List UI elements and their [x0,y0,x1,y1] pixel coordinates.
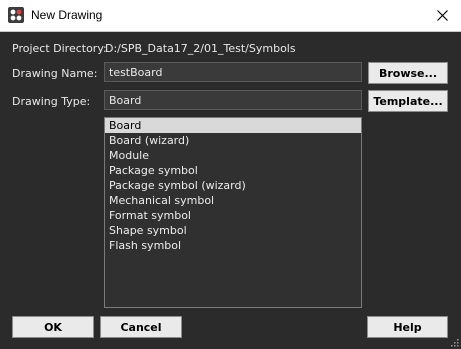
drawing-name-label: Drawing Name: [12,67,98,80]
project-directory-label: Project Directory: [12,42,107,55]
resize-grip-icon[interactable] [449,337,459,347]
list-item[interactable]: Flash symbol [105,238,361,253]
template-button[interactable]: Template... [368,90,448,112]
list-item[interactable]: Board [105,118,361,133]
list-item[interactable]: Module [105,148,361,163]
title-bar: New Drawing [0,0,461,32]
list-item[interactable]: Format symbol [105,208,361,223]
project-directory-value: D:/SPB_Data17_2/01_Test/Symbols [105,42,296,55]
list-item[interactable]: Mechanical symbol [105,193,361,208]
list-item[interactable]: Package symbol (wizard) [105,178,361,193]
drawing-type-label: Drawing Type: [12,95,91,108]
browse-button[interactable]: Browse... [368,62,448,84]
drawing-app-icon [8,7,24,23]
close-icon [436,10,448,21]
list-item[interactable]: Package symbol [105,163,361,178]
list-item[interactable]: Shape symbol [105,223,361,238]
help-button[interactable]: Help [367,316,448,338]
close-button[interactable] [426,2,458,29]
list-item[interactable]: Board (wizard) [105,133,361,148]
cancel-button[interactable]: Cancel [100,316,182,338]
new-drawing-dialog: New Drawing Project Directory: D:/SPB_Da… [0,0,461,349]
window-title: New Drawing [31,8,103,22]
drawing-name-field[interactable]: testBoard [104,62,362,82]
ok-button[interactable]: OK [12,316,94,338]
drawing-type-field[interactable]: Board [104,90,362,110]
drawing-type-list[interactable]: Board Board (wizard) Module Package symb… [104,117,362,308]
